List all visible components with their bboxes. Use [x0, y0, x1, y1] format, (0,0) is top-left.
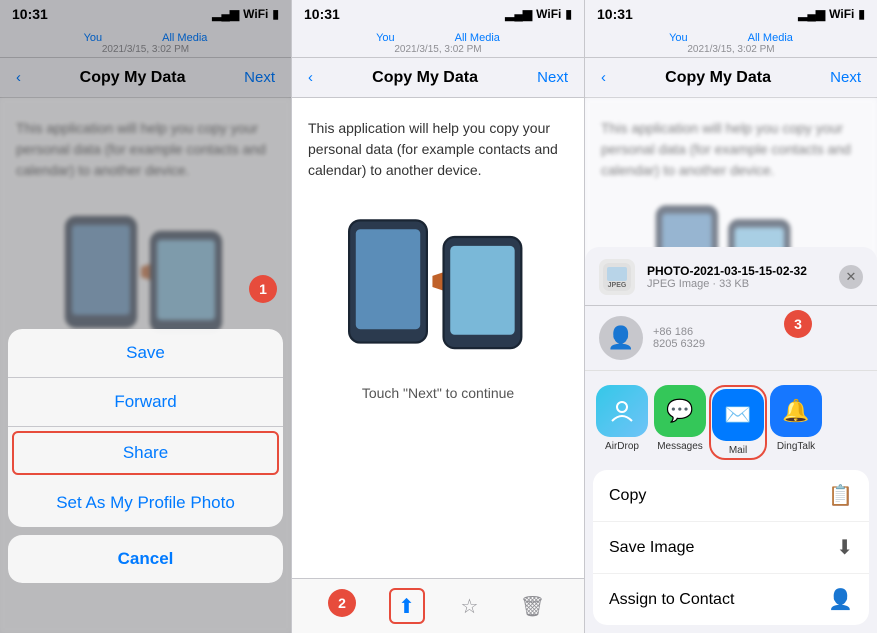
dingtalk-label: DingTalk	[777, 441, 815, 452]
contact-share-row: 👤 +86 186 8205 6329	[585, 306, 877, 371]
action-copy[interactable]: Copy 📋	[593, 470, 869, 522]
contact-you-3: You	[669, 32, 688, 44]
share-app-airdrop[interactable]: AirDrop	[593, 385, 651, 460]
nav-title-3: Copy My Data	[665, 69, 771, 87]
filesize: JPEG Image · 33 KB	[647, 278, 827, 290]
copy-label: Copy	[609, 487, 646, 505]
action-share[interactable]: Share	[12, 431, 279, 475]
share-sheet-header: JPEG PHOTO-2021-03-15-15-02-32 JPEG Imag…	[585, 259, 877, 306]
signal-icon-2: ▂▄▆	[505, 7, 532, 21]
app-description-2: This application will help you copy your…	[308, 118, 568, 181]
save-image-icon: ⬇	[836, 535, 853, 560]
share-button-2[interactable]: ⬆	[389, 588, 425, 624]
status-bar-2: 10:31 ▂▄▆ WiFi ▮	[292, 0, 584, 28]
share-app-mail[interactable]: ✉️ Mail	[709, 385, 767, 460]
battery-icon-2: ▮	[565, 7, 572, 21]
time-2: 10:31	[304, 6, 340, 22]
dingtalk-icon: 🔔	[770, 385, 822, 437]
phone-panel-1: 10:31 ▂▄▆ WiFi ▮ You All Media 2021/3/15…	[0, 0, 292, 633]
save-image-label: Save Image	[609, 539, 694, 557]
star-icon[interactable]: ☆	[452, 588, 488, 624]
nav-bar-2: ‹ Copy My Data Next	[292, 58, 584, 98]
all-media-3[interactable]: All Media	[748, 32, 793, 44]
nav-bar-3: ‹ Copy My Data Next	[585, 58, 877, 98]
share-app-messages[interactable]: 💬 Messages	[651, 385, 709, 460]
airdrop-label: AirDrop	[605, 441, 639, 452]
action-sheet-1: Save Forward Share Set As My Profile Pho…	[8, 329, 283, 583]
action-assign-contact[interactable]: Assign to Contact 👤	[593, 574, 869, 625]
step-badge-3: 3	[784, 310, 812, 338]
signal-icon-3: ▂▄▆	[798, 7, 825, 21]
filename: PHOTO-2021-03-15-15-02-32	[647, 264, 827, 278]
svg-text:JPEG: JPEG	[608, 282, 627, 289]
action-profile-photo[interactable]: Set As My Profile Photo	[8, 479, 283, 527]
nav-back-2[interactable]: ‹	[308, 69, 313, 86]
contact-you-2: You	[376, 32, 395, 44]
action-forward[interactable]: Forward	[8, 378, 283, 427]
datetime-2: 2021/3/15, 3:02 PM	[394, 44, 481, 55]
status-icons-3: ▂▄▆ WiFi ▮	[798, 7, 865, 21]
imessage-header-3: You All Media 2021/3/15, 3:02 PM	[585, 28, 877, 58]
contact-phone-share: +86 186 8205 6329	[653, 326, 705, 350]
nav-back-3[interactable]: ‹	[601, 69, 606, 86]
share-sheet: JPEG PHOTO-2021-03-15-15-02-32 JPEG Imag…	[585, 247, 877, 633]
status-icons-2: ▂▄▆ WiFi ▮	[505, 7, 572, 21]
time-3: 10:31	[597, 6, 633, 22]
all-media-2[interactable]: All Media	[455, 32, 500, 44]
battery-icon-3: ▮	[858, 7, 865, 21]
imessage-header-2: You All Media 2021/3/15, 3:02 PM	[292, 28, 584, 58]
close-share-sheet-button[interactable]: ✕	[839, 265, 863, 289]
app-description-3: This application will help you copy your…	[601, 118, 861, 181]
contact-row-2: You All Media	[376, 32, 500, 44]
action-save-image[interactable]: Save Image ⬇	[593, 522, 869, 574]
nav-next-2[interactable]: Next	[537, 69, 568, 86]
action-cancel[interactable]: Cancel	[8, 535, 283, 583]
step-badge-1: 1	[249, 275, 277, 303]
messages-icon: 💬	[654, 385, 706, 437]
share-actions-list: Copy 📋 Save Image ⬇ Assign to Contact 👤	[593, 470, 869, 625]
status-bar-3: 10:31 ▂▄▆ WiFi ▮	[585, 0, 877, 28]
file-thumbnail: JPEG	[599, 259, 635, 295]
file-info: PHOTO-2021-03-15-15-02-32 JPEG Image · 3…	[647, 264, 827, 290]
messages-label: Messages	[657, 441, 703, 452]
action-save[interactable]: Save	[8, 329, 283, 378]
share-app-dingtalk[interactable]: 🔔 DingTalk	[767, 385, 825, 460]
trash-icon[interactable]: 🗑	[515, 588, 551, 624]
contact-row-3: You All Media	[669, 32, 793, 44]
nav-next-3[interactable]: Next	[830, 69, 861, 86]
airdrop-icon	[596, 385, 648, 437]
nav-title-2: Copy My Data	[372, 69, 478, 87]
mail-icon: ✉️	[712, 389, 764, 441]
phone-panel-3: 10:31 ▂▄▆ WiFi ▮ You All Media 2021/3/15…	[585, 0, 877, 633]
wifi-icon-2: WiFi	[536, 7, 561, 21]
copy-icon: 📋	[828, 483, 853, 508]
app-content-2: This application will help you copy your…	[292, 98, 584, 578]
datetime-3: 2021/3/15, 3:02 PM	[687, 44, 774, 55]
assign-contact-icon: 👤	[828, 587, 853, 612]
touch-next-label: Touch "Next" to continue	[308, 385, 568, 403]
assign-contact-label: Assign to Contact	[609, 591, 734, 609]
phone-graphic-2	[308, 197, 568, 377]
action-sheet-items-1: Save Forward Share Set As My Profile Pho…	[8, 329, 283, 527]
step-badge-2: 2	[328, 589, 356, 617]
phone-panel-2: 10:31 ▂▄▆ WiFi ▮ You All Media 2021/3/15…	[292, 0, 585, 633]
share-apps-row: AirDrop 💬 Messages ✉️ Mail 🔔 DingTalk	[585, 371, 877, 470]
mail-label: Mail	[729, 445, 747, 456]
contact-avatar-share: 👤	[599, 316, 643, 360]
wifi-icon-3: WiFi	[829, 7, 854, 21]
